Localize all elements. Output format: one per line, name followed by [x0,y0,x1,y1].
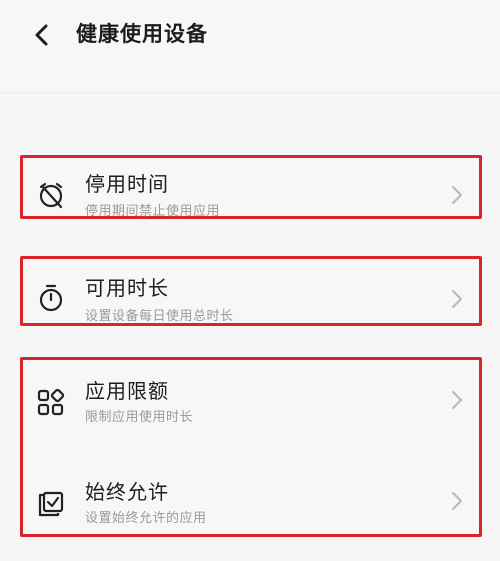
menu-item-label: 应用限额 [85,379,169,403]
apps-grid-icon [37,388,65,416]
chevron-right-icon [452,186,462,204]
menu-item-always-allowed[interactable]: 始终允许 设置始终允许的应用 [23,461,479,561]
chevron-right-icon [452,290,462,308]
menu-item-screen-time[interactable]: 可用时长 设置设备每日使用总时长 [23,259,479,359]
chevron-left-icon [35,24,48,46]
menu-item-downtime[interactable]: 停用时间 停用期间禁止使用应用 [23,158,479,258]
menu-item-label: 可用时长 [85,276,169,300]
menu-item-description: 设置设备每日使用总时长 [85,309,234,324]
back-button[interactable] [26,20,56,50]
menu-item-description: 设置始终允许的应用 [85,511,207,526]
top-bar: 健康使用设备 [0,0,500,93]
stopwatch-icon [39,284,63,312]
highlight-group-screen-time: 可用时长 设置设备每日使用总时长 [20,256,482,326]
checked-app-icon [38,491,64,517]
chevron-right-icon [452,391,462,409]
menu-item-description: 停用期间禁止使用应用 [85,204,221,219]
page-title: 健康使用设备 [76,22,208,46]
alarm-off-icon [39,182,63,209]
chevron-right-icon [452,492,462,510]
menu-item-description: 限制应用使用时长 [85,410,194,425]
menu-item-label: 停用时间 [85,172,169,196]
highlight-group-app-limits: 应用限额 限制应用使用时长 始终允许 设置始终允许的应用 [20,357,482,537]
menu-item-label: 始终允许 [85,480,169,504]
menu-item-app-limits[interactable]: 应用限额 限制应用使用时长 [23,360,479,460]
highlight-group-downtime: 停用时间 停用期间禁止使用应用 [20,155,482,219]
